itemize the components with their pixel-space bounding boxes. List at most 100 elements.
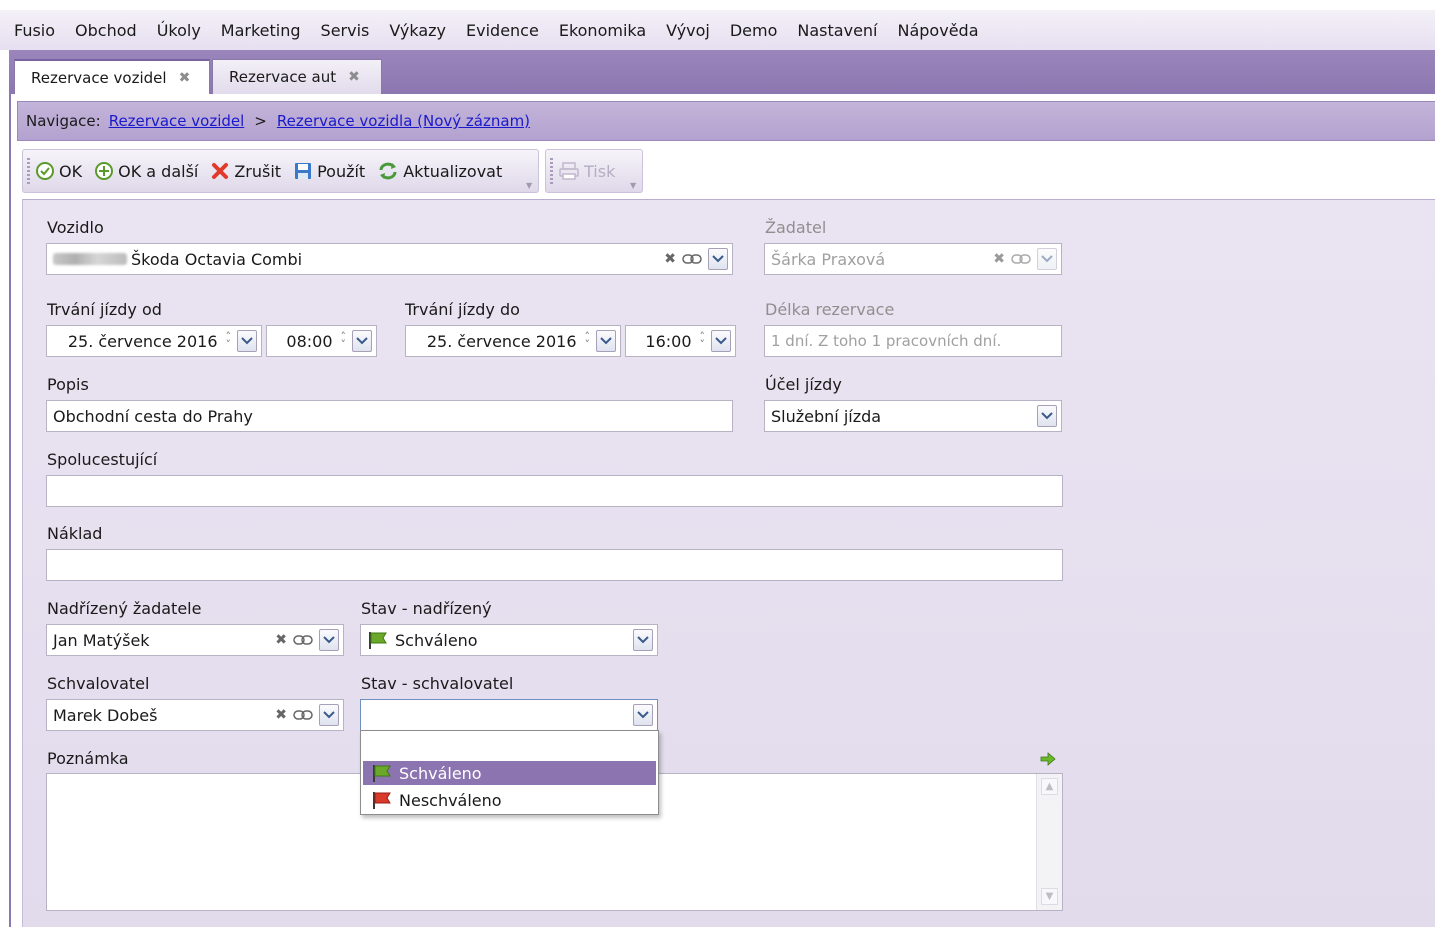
toolbar-grip[interactable] — [550, 158, 553, 186]
vehicle-field[interactable]: Škoda Octavia Combi ✖ — [46, 243, 733, 275]
tab-rezervace-vozidel[interactable]: Rezervace vozidel ✖ — [14, 59, 210, 94]
red-flag-icon — [371, 790, 393, 810]
approver-field[interactable]: Marek Dobeš ✖ — [46, 699, 344, 731]
chevron-down-icon[interactable] — [319, 704, 339, 726]
menu-vykazy[interactable]: Výkazy — [389, 21, 446, 40]
menu-evidence[interactable]: Evidence — [466, 21, 539, 40]
print-label: Tisk — [584, 161, 616, 181]
menu-servis[interactable]: Servis — [321, 21, 370, 40]
purpose-label: Účel jízdy — [765, 375, 842, 394]
length-label: Délka rezervace — [765, 300, 895, 319]
chevron-down-icon[interactable] — [1037, 405, 1057, 427]
chevron-down-icon[interactable] — [633, 629, 653, 651]
menu-nastaveni[interactable]: Nastavení — [797, 21, 877, 40]
to-date-value: 25. července 2016 — [426, 331, 577, 351]
chevron-down-icon[interactable] — [237, 330, 257, 352]
red-x-icon — [210, 161, 230, 181]
description-field[interactable]: Obchodní cesta do Prahy — [46, 400, 733, 432]
green-arrow-icon[interactable] — [1040, 752, 1056, 770]
note-scrollbar[interactable]: ▲ ▼ — [1036, 774, 1062, 910]
approver-value: Marek Dobeš — [53, 705, 158, 725]
apply-label: Použít — [317, 161, 366, 181]
chevron-down-icon[interactable] — [711, 330, 731, 352]
ok-button[interactable]: OK — [35, 161, 82, 181]
breadcrumb-link-rezervace-vozidel[interactable]: Rezervace vozidel — [109, 112, 245, 130]
scroll-down-icon[interactable]: ▼ — [1041, 888, 1058, 905]
supervisor-label: Nadřízený žadatele — [47, 599, 202, 618]
option-label: Neschváleno — [399, 790, 502, 810]
menu-bar: Fusio Obchod Úkoly Marketing Servis Výka… — [0, 10, 1435, 50]
menu-ekonomika[interactable]: Ekonomika — [559, 21, 646, 40]
supervisor-value: Jan Matýšek — [53, 630, 150, 650]
menu-obchod[interactable]: Obchod — [75, 21, 137, 40]
chevron-down-icon[interactable] — [596, 330, 616, 352]
tab-label: Rezervace aut — [229, 68, 337, 86]
purpose-select[interactable]: Služební jízda — [764, 400, 1062, 432]
menu-napoveda[interactable]: Nápověda — [898, 21, 979, 40]
applicant-field: Šárka Praxová ✖ — [764, 243, 1062, 275]
chevron-down-icon[interactable] — [633, 704, 653, 726]
breadcrumb: Navigace: Rezervace vozidel > Rezervace … — [17, 101, 1435, 141]
spinner-icon[interactable]: ˄ ˅ — [585, 331, 591, 350]
save-icon — [293, 161, 313, 181]
printer-icon — [558, 161, 580, 181]
supervisor-state-select[interactable]: Schváleno — [360, 624, 658, 656]
supervisor-state-value: Schváleno — [395, 630, 478, 650]
option-schvaleno[interactable]: Schváleno — [363, 761, 656, 785]
from-date-field[interactable]: 25. července 2016 ˄ ˅ — [46, 325, 262, 357]
scroll-up-icon[interactable]: ▲ — [1041, 778, 1058, 795]
chevron-down-icon[interactable] — [319, 629, 339, 651]
from-date-value: 25. července 2016 — [67, 331, 218, 351]
plus-circle-icon — [94, 161, 114, 181]
breadcrumb-link-novy-zaznam[interactable]: Rezervace vozidla (Nový záznam) — [277, 112, 530, 130]
passengers-label: Spolucestující — [47, 450, 158, 469]
chevron-down-icon[interactable] — [352, 330, 372, 352]
approver-state-select[interactable] — [360, 699, 658, 731]
ok-next-button[interactable]: OK a další — [94, 161, 198, 181]
option-neschvaleno[interactable]: Neschváleno — [363, 788, 656, 812]
to-label: Trvání jízdy do — [405, 300, 520, 319]
cancel-button[interactable]: Zrušit — [210, 161, 281, 181]
clear-icon[interactable]: ✖ — [664, 251, 676, 267]
clear-icon[interactable]: ✖ — [275, 632, 287, 648]
spinner-icon[interactable]: ˄ ˅ — [341, 331, 347, 350]
menu-demo[interactable]: Demo — [730, 21, 778, 40]
menu-fusio[interactable]: Fusio — [14, 21, 55, 40]
close-icon[interactable]: ✖ — [348, 69, 360, 85]
print-toolbar: Tisk ▼ — [545, 149, 643, 193]
link-icon[interactable] — [293, 709, 313, 721]
menu-ukoly[interactable]: Úkoly — [157, 21, 201, 40]
ok-next-label: OK a další — [118, 161, 199, 181]
tab-rezervace-aut[interactable]: Rezervace aut ✖ — [212, 59, 382, 94]
link-icon[interactable] — [682, 253, 702, 265]
to-time-value: 16:00 — [645, 331, 692, 351]
spinner-icon[interactable]: ˄ ˅ — [226, 331, 232, 350]
chevron-down-icon[interactable] — [708, 248, 728, 270]
refresh-label: Aktualizovat — [403, 161, 503, 181]
toolbar-grip[interactable] — [27, 158, 30, 186]
refresh-button[interactable]: Aktualizovat — [377, 161, 502, 181]
link-icon[interactable] — [293, 634, 313, 646]
to-date-field[interactable]: 25. července 2016 ˄ ˅ — [405, 325, 621, 357]
length-field: 1 dní. Z toho 1 pracovních dní. — [764, 325, 1062, 357]
toolbar-overflow-icon[interactable]: ▼ — [630, 181, 640, 190]
toolbar-overflow-icon[interactable]: ▼ — [526, 181, 536, 190]
cost-field[interactable] — [46, 549, 1063, 581]
menu-vyvoj[interactable]: Vývoj — [666, 21, 710, 40]
description-value: Obchodní cesta do Prahy — [53, 406, 253, 426]
vehicle-label: Vozidlo — [47, 218, 104, 237]
close-icon[interactable]: ✖ — [179, 70, 191, 86]
supervisor-state-label: Stav - nadřízený — [361, 599, 492, 618]
menu-marketing[interactable]: Marketing — [221, 21, 301, 40]
apply-button[interactable]: Použít — [293, 161, 365, 181]
from-time-value: 08:00 — [286, 331, 333, 351]
note-label: Poznámka — [47, 749, 129, 768]
from-label: Trvání jízdy od — [47, 300, 162, 319]
supervisor-field[interactable]: Jan Matýšek ✖ — [46, 624, 344, 656]
to-time-field[interactable]: 16:00 ˄ ˅ — [625, 325, 736, 357]
clear-icon[interactable]: ✖ — [275, 707, 287, 723]
spinner-icon[interactable]: ˄ ˅ — [700, 331, 706, 350]
passengers-field[interactable] — [46, 475, 1063, 507]
from-time-field[interactable]: 08:00 ˄ ˅ — [266, 325, 377, 357]
print-button[interactable]: Tisk — [558, 161, 615, 181]
